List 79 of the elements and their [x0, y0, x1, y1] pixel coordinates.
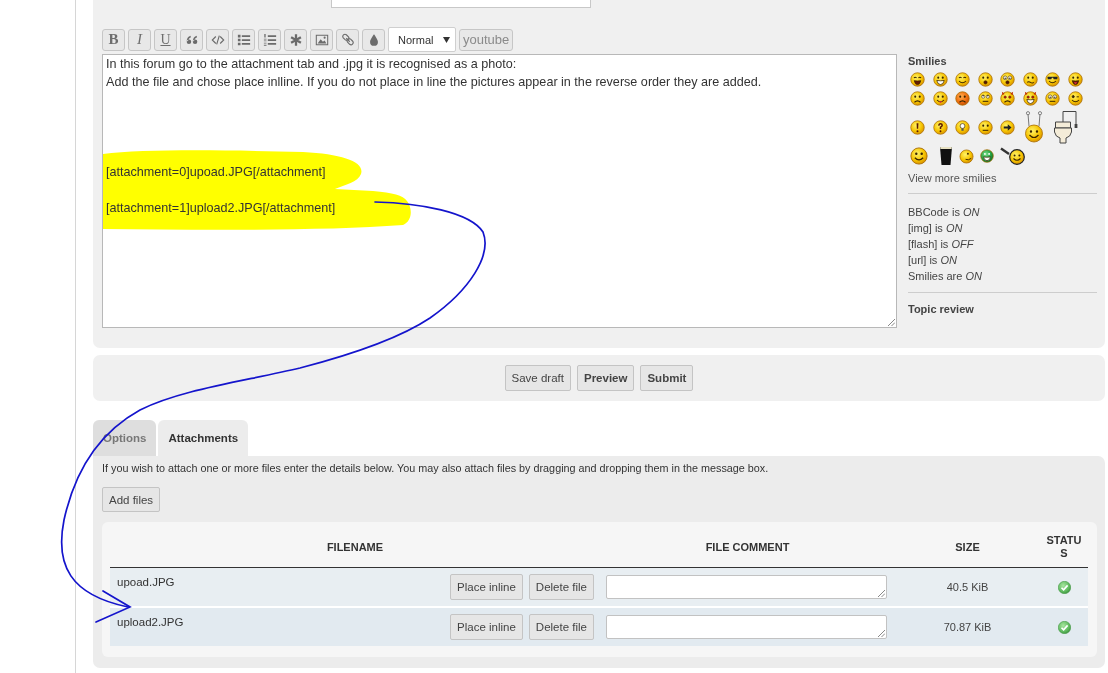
bulleted-list-button[interactable] — [232, 28, 255, 51]
laughing-face-icon[interactable] — [910, 72, 925, 87]
resize-grip-icon[interactable] — [888, 319, 895, 326]
link-icon — [340, 32, 355, 47]
eye-rolling-face-icon[interactable] — [977, 91, 993, 106]
resize-grip-icon[interactable] — [878, 590, 885, 597]
asterisk-icon — [288, 32, 303, 47]
link-button[interactable] — [336, 28, 359, 51]
file-size: 40.5 KiB — [946, 581, 989, 593]
form-action-button[interactable]: Preview — [576, 365, 635, 391]
numbered-list-button[interactable] — [258, 28, 281, 51]
comment-field[interactable] — [606, 575, 887, 599]
topic-review-heading: Topic review — [908, 303, 975, 316]
setting-status-text: [url] is ON — [908, 253, 958, 268]
devil-face-icon[interactable] — [1000, 91, 1015, 106]
setting-status-text: [flash] is OFF — [908, 237, 975, 252]
bold-button[interactable]: B — [102, 28, 125, 51]
delete-file-button[interactable]: Delete file — [528, 614, 594, 640]
add-files-button[interactable]: Add files — [102, 487, 161, 512]
subject-field[interactable] — [331, 0, 591, 8]
question-face-icon[interactable] — [932, 119, 948, 135]
font-size-select[interactable]: Normal — [388, 27, 456, 52]
setting-status-text: [img] is ON — [908, 221, 964, 236]
sunglasses-face-icon[interactable] — [1045, 72, 1060, 87]
tongue-out-face-icon[interactable] — [932, 91, 948, 106]
italic-button[interactable]: I — [128, 28, 151, 51]
pint-glass-icon[interactable] — [939, 146, 953, 166]
asterisk-button[interactable] — [284, 28, 307, 51]
file-name: upoad.JPG — [117, 576, 175, 588]
lightbulb-face-icon[interactable] — [955, 119, 970, 135]
file-comment-column-header: FILE COMMENT — [704, 539, 791, 555]
place-inline-button[interactable]: Place inline — [450, 614, 523, 640]
underline-button[interactable]: U — [154, 28, 177, 51]
filename-column-header: FILENAME — [325, 539, 385, 555]
angry-face-icon[interactable] — [955, 91, 970, 106]
caret-icon — [443, 36, 451, 43]
magnifier-smiley-icon[interactable] — [1000, 147, 1026, 165]
laughing-face-icon[interactable] — [1067, 72, 1083, 87]
toilet-icon[interactable] — [1052, 110, 1078, 144]
code-button[interactable] — [206, 28, 229, 51]
form-action-button[interactable]: Submit — [640, 365, 694, 391]
resize-grip-icon[interactable] — [878, 630, 885, 637]
grinning-face-icon[interactable] — [980, 149, 994, 163]
smiley-icon[interactable] — [910, 147, 928, 165]
round-face-icon[interactable] — [959, 148, 974, 164]
numbered-list-icon — [262, 32, 277, 47]
form-action-button[interactable]: Save draft — [504, 365, 571, 391]
devil-face-icon[interactable] — [1022, 91, 1038, 106]
file-size: 70.87 KiB — [943, 621, 992, 633]
winking-face-icon[interactable] — [1067, 91, 1083, 106]
setting-status-text: Smilies are ON — [908, 269, 983, 284]
surprised-face-icon[interactable] — [977, 72, 993, 87]
confused-face-icon[interactable] — [1022, 72, 1038, 87]
quote-button[interactable] — [180, 28, 203, 51]
grimacing-face-icon[interactable] — [1045, 91, 1060, 106]
drop-button[interactable] — [362, 28, 385, 51]
arrow-face-icon[interactable] — [1000, 119, 1015, 135]
message-field[interactable]: In this forum go to the attachment tab and .jpg it is recognised as a photo: Add the file and chose place inlline. If you do not place in line the pictures appear in the reverse order they are added. [attachment=0]upoad.JPG[/attachment] [attachment=1]upload2.JPG[/attachment] — [102, 54, 897, 328]
neutral-face-icon[interactable] — [977, 119, 993, 135]
place-inline-button[interactable]: Place inline — [450, 574, 523, 600]
exclamation-face-icon[interactable] — [910, 119, 925, 135]
frowning-face-icon[interactable] — [910, 91, 925, 106]
smiling-face-icon[interactable] — [955, 72, 970, 87]
wide-eyed-face-icon[interactable] — [1000, 72, 1015, 87]
delete-file-button[interactable]: Delete file — [528, 574, 594, 600]
smilies-heading: Smilies — [908, 55, 948, 68]
view-more-smilies-link[interactable]: View more smilies — [908, 172, 997, 185]
grinning-face-icon[interactable] — [932, 72, 948, 87]
setting-status-text: BBCode is ON — [908, 205, 981, 220]
size-column-header: SIZE — [954, 539, 981, 555]
comment-field[interactable] — [606, 615, 887, 639]
bulleted-list-icon — [236, 32, 251, 47]
hanging-smiley-icon[interactable] — [1022, 111, 1045, 143]
tab[interactable]: Attachments — [158, 420, 249, 456]
image-icon — [314, 32, 329, 47]
image-button[interactable] — [310, 28, 333, 51]
status-column-header: STATUS — [1045, 533, 1083, 561]
file-name: upload2.JPG — [117, 616, 184, 628]
attachments-hint-text: If you wish to attach one or more files enter the details below. You may also attach files by dragging and dropping them in the message box. — [102, 462, 770, 475]
